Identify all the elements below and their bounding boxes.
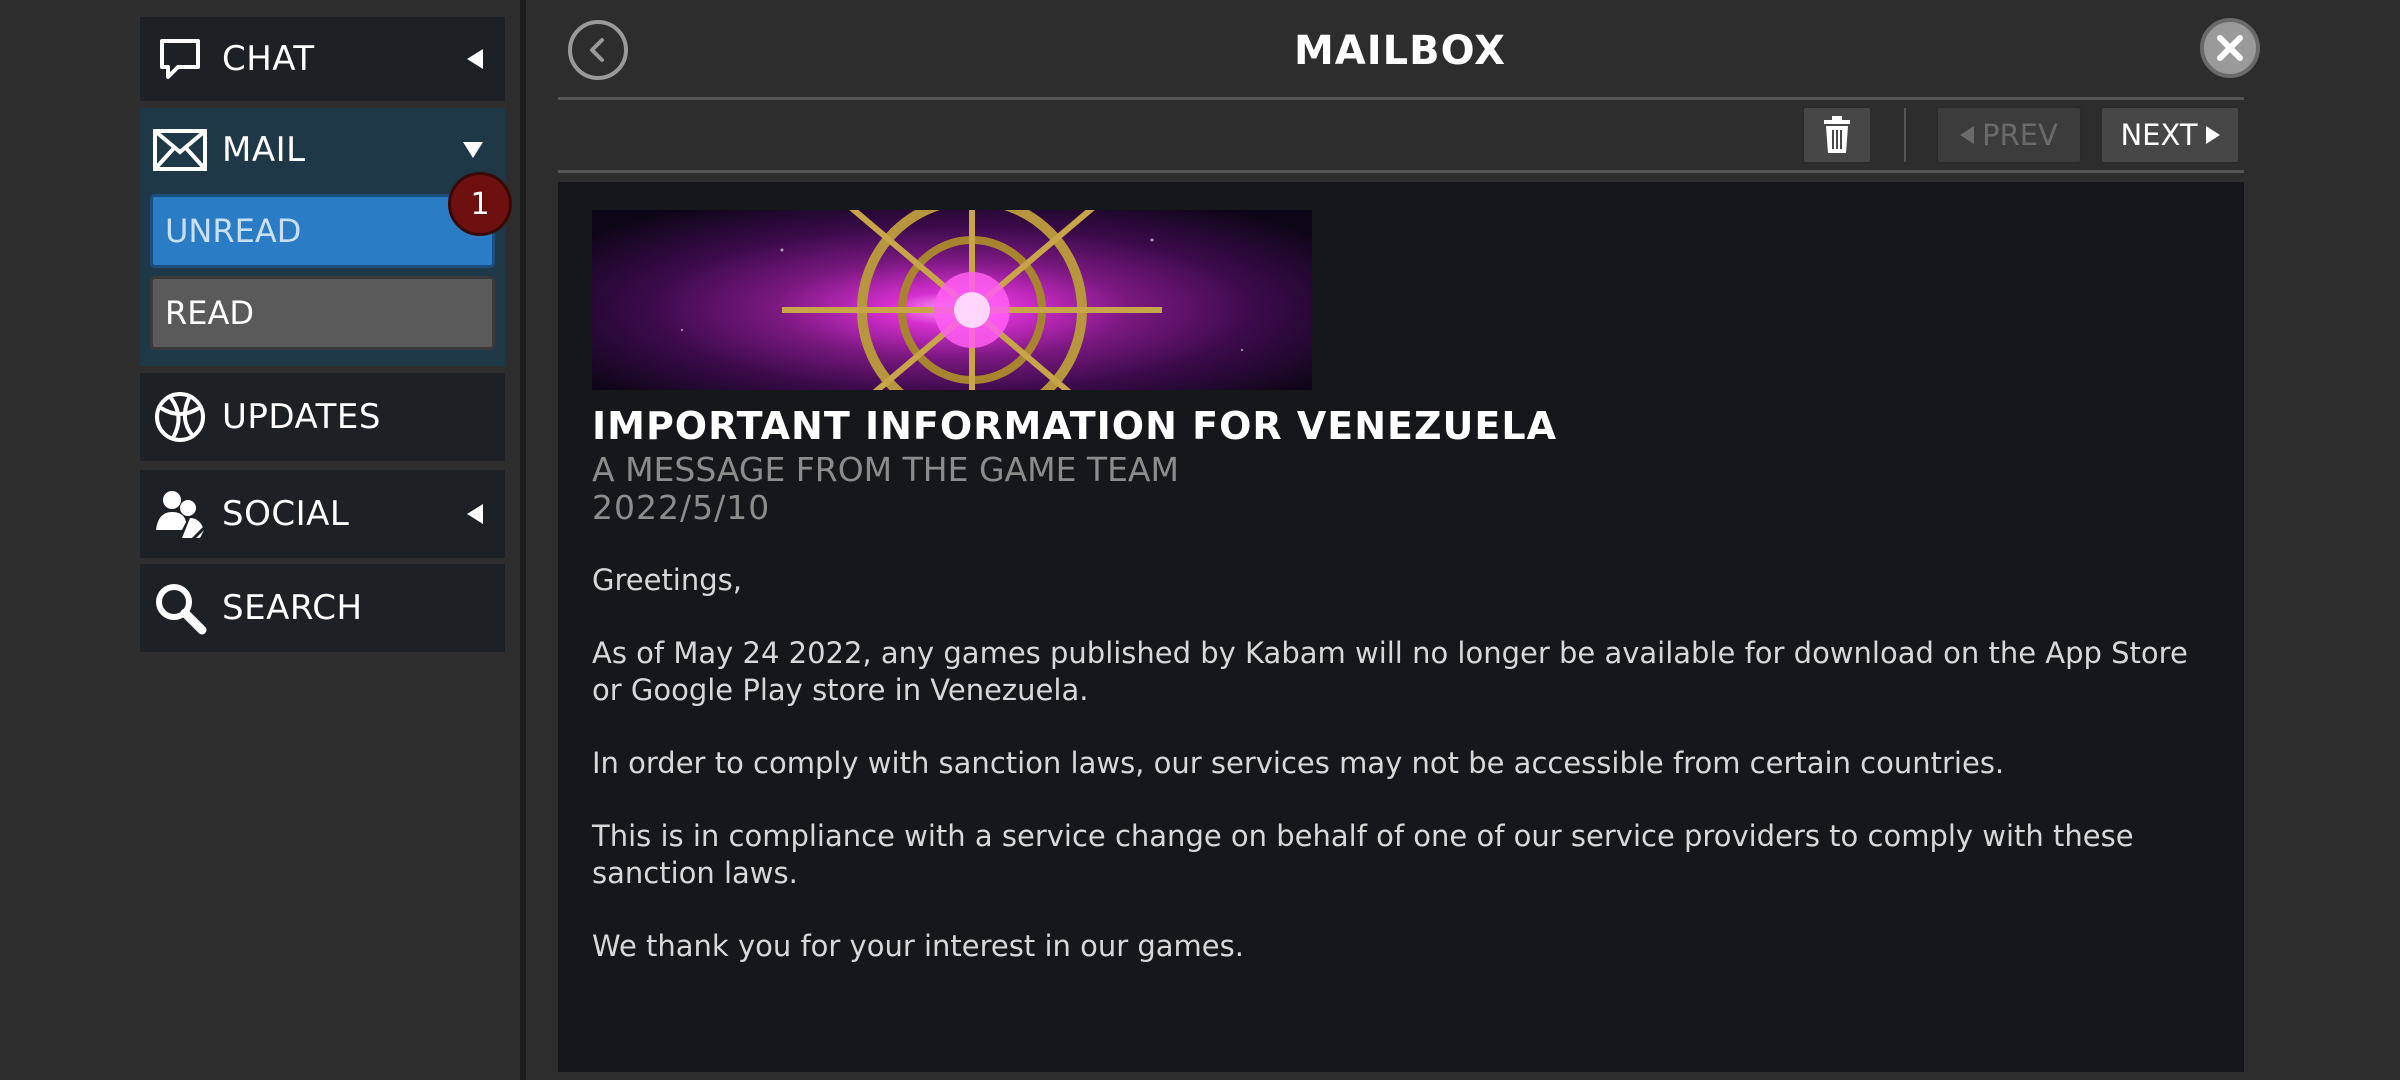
- next-button[interactable]: NEXT: [2100, 106, 2240, 164]
- toolbar-rule: [558, 170, 2244, 173]
- chevron-left-icon: [590, 38, 604, 62]
- prev-label: PREV: [1982, 118, 2058, 152]
- mail-group: MAIL UNREAD READ: [140, 108, 505, 366]
- delete-button[interactable]: [1802, 106, 1872, 164]
- next-arrow-icon: [2205, 126, 2220, 144]
- close-icon: [2217, 35, 2243, 61]
- message-paragraph: In order to comply with sanction laws, o…: [592, 746, 2005, 780]
- trash-icon: [1824, 116, 1850, 153]
- message-sender: A MESSAGE FROM THE GAME TEAM: [592, 450, 1179, 489]
- magnifier-icon: [150, 578, 210, 638]
- message-body: Greetings, As of May 24 2022, any games …: [592, 562, 2212, 1001]
- sidebar-item-label: SOCIAL: [222, 494, 350, 534]
- next-label: NEXT: [2120, 118, 2198, 152]
- unread-count: 1: [470, 186, 490, 222]
- chevron-down-icon: [463, 142, 483, 158]
- page-title: MAILBOX: [1293, 28, 1507, 74]
- prev-button[interactable]: PREV: [1936, 106, 2082, 164]
- sidebar-item-search[interactable]: SEARCH: [140, 564, 505, 652]
- chevron-left-icon: [467, 504, 483, 524]
- prev-arrow-icon: [1960, 126, 1975, 144]
- back-button[interactable]: [568, 20, 628, 80]
- globe-icon: [150, 387, 210, 447]
- envelope-icon: [150, 120, 210, 180]
- sidebar-item-label: CHAT: [222, 39, 315, 79]
- unread-tab[interactable]: UNREAD: [150, 194, 495, 268]
- read-label: READ: [165, 294, 254, 332]
- message-paragraph: This is in compliance with a service cha…: [592, 819, 2134, 890]
- message-paragraph: We thank you for your interest in our ga…: [592, 929, 1244, 963]
- sidebar-item-chat[interactable]: CHAT: [140, 17, 505, 101]
- sidebar-item-label: SEARCH: [222, 588, 363, 628]
- message-date: 2022/5/10: [592, 488, 771, 527]
- unread-count-badge: 1: [448, 172, 512, 236]
- sidebar-item-updates[interactable]: UPDATES: [140, 373, 505, 461]
- panel-divider: [520, 0, 526, 1080]
- close-button[interactable]: [2200, 18, 2260, 78]
- message-title: IMPORTANT INFORMATION FOR VENEZUELA: [592, 404, 1557, 448]
- toolbar-separator: [1904, 108, 1906, 162]
- sidebar-item-label: UPDATES: [222, 397, 381, 437]
- chat-bubble-icon: [150, 29, 210, 89]
- read-tab[interactable]: READ: [150, 276, 495, 350]
- message-paragraph: Greetings,: [592, 563, 742, 597]
- sidebar-item-social[interactable]: SOCIAL: [140, 470, 505, 558]
- sidebar-item-mail[interactable]: MAIL: [140, 108, 505, 192]
- people-icon: [150, 484, 210, 544]
- message-banner-image: [592, 210, 1312, 390]
- header-rule: [558, 97, 2244, 100]
- sidebar-item-label: MAIL: [222, 130, 306, 170]
- message-paragraph: As of May 24 2022, any games published b…: [592, 636, 2188, 707]
- unread-label: UNREAD: [165, 212, 302, 250]
- message-pane: IMPORTANT INFORMATION FOR VENEZUELA A ME…: [558, 182, 2244, 1072]
- chevron-left-icon: [467, 49, 483, 69]
